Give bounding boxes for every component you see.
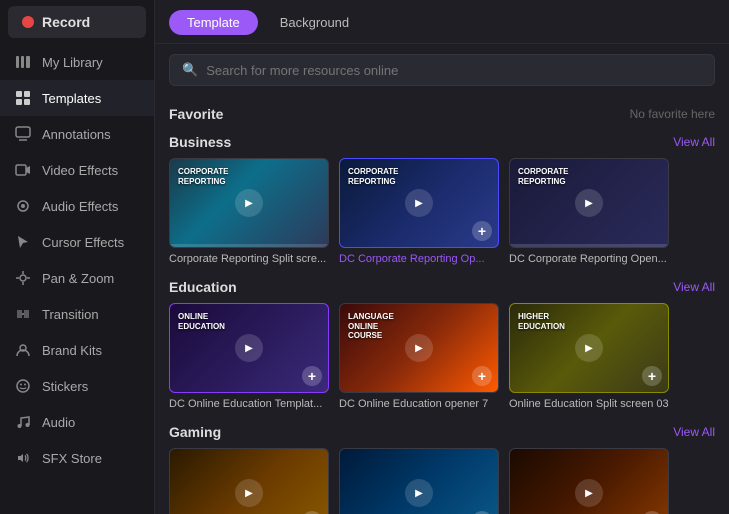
education-view-all[interactable]: View All (673, 280, 715, 294)
search-icon: 🔍 (182, 62, 198, 78)
template-card[interactable]: CorporateReporting ▶ Corporate Reporting… (169, 158, 329, 265)
education-section-header: Education View All (169, 279, 715, 295)
template-card[interactable]: HigherEducation ▶ + Online Education Spl… (509, 303, 669, 410)
record-button[interactable]: Record (8, 6, 146, 38)
add-icon: + (302, 366, 322, 386)
tab-background[interactable]: Background (262, 10, 367, 35)
business-view-all[interactable]: View All (673, 135, 715, 149)
sidebar-item-brand-kits[interactable]: Brand Kits (0, 332, 154, 368)
template-card[interactable]: ▶ + (169, 448, 329, 514)
template-thumbnail: CorporateReporting ▶ (169, 158, 329, 248)
play-icon: ▶ (575, 334, 603, 362)
template-card[interactable]: CorporateReporting ▶ DC Corporate Report… (509, 158, 669, 265)
pan-zoom-icon (14, 269, 32, 287)
tab-template[interactable]: Template (169, 10, 258, 35)
education-grid: OnlineEducation ▶ + DC Online Education … (169, 303, 715, 410)
tab-bar: Template Background (155, 0, 729, 44)
brand-icon (14, 341, 32, 359)
stickers-icon (14, 377, 32, 395)
audio-effects-icon (14, 197, 32, 215)
sidebar-item-transition[interactable]: Transition (0, 296, 154, 332)
transition-icon (14, 305, 32, 323)
template-label: DC Corporate Reporting Op... (339, 253, 499, 265)
sidebar-item-sfx-store[interactable]: SFX Store (0, 440, 154, 476)
template-thumbnail: HigherEducation ▶ + (509, 303, 669, 393)
template-thumbnail: ▶ + (339, 448, 499, 514)
template-card[interactable]: LanguageOnlineCourse ▶ + DC Online Educa… (339, 303, 499, 410)
template-card[interactable]: ▶ + (509, 448, 669, 514)
annotations-icon (14, 125, 32, 143)
library-icon (14, 53, 32, 71)
template-thumbnail: OnlineEducation ▶ + (169, 303, 329, 393)
template-label: Online Education Split screen 03 (509, 398, 669, 410)
sidebar-item-my-library[interactable]: My Library (0, 44, 154, 80)
template-label: DC Online Education opener 7 (339, 398, 499, 410)
template-thumbnail: LanguageOnlineCourse ▶ + (339, 303, 499, 393)
gaming-section-header: Gaming View All (169, 424, 715, 440)
play-icon: ▶ (405, 334, 433, 362)
favorite-section-header: Favorite No favorite here (169, 106, 715, 122)
templates-icon (14, 89, 32, 107)
sidebar-item-cursor-effects[interactable]: Cursor Effects (0, 224, 154, 260)
cursor-icon (14, 233, 32, 251)
play-icon: ▶ (405, 189, 433, 217)
sidebar: Record My Library Templates Annotations … (0, 0, 155, 514)
sidebar-item-audio[interactable]: Audio (0, 404, 154, 440)
music-icon (14, 413, 32, 431)
add-icon: + (642, 366, 662, 386)
template-thumbnail: ▶ + (169, 448, 329, 514)
search-bar: 🔍 (169, 54, 715, 86)
sidebar-item-stickers[interactable]: Stickers (0, 368, 154, 404)
sidebar-item-video-effects[interactable]: Video Effects (0, 152, 154, 188)
template-thumbnail: CorporateReporting ▶ + (339, 158, 499, 248)
sidebar-item-pan-zoom[interactable]: Pan & Zoom (0, 260, 154, 296)
sidebar-item-audio-effects[interactable]: Audio Effects (0, 188, 154, 224)
add-icon: + (472, 366, 492, 386)
gaming-view-all[interactable]: View All (673, 425, 715, 439)
sfx-icon (14, 449, 32, 467)
sidebar-item-annotations[interactable]: Annotations (0, 116, 154, 152)
content-area: Favorite No favorite here Business View … (155, 94, 729, 514)
play-icon: ▶ (575, 479, 603, 507)
play-icon: ▶ (235, 334, 263, 362)
play-icon: ▶ (575, 189, 603, 217)
gaming-title: Gaming (169, 424, 221, 440)
template-label: DC Corporate Reporting Open... (509, 253, 669, 265)
template-card[interactable]: OnlineEducation ▶ + DC Online Education … (169, 303, 329, 410)
template-label: Corporate Reporting Split scre... (169, 253, 329, 265)
play-icon: ▶ (235, 479, 263, 507)
business-section-header: Business View All (169, 134, 715, 150)
business-grid: CorporateReporting ▶ Corporate Reporting… (169, 158, 715, 265)
play-icon: ▶ (235, 189, 263, 217)
video-icon (14, 161, 32, 179)
education-title: Education (169, 279, 237, 295)
template-card[interactable]: CorporateReporting ▶ + DC Corporate Repo… (339, 158, 499, 265)
sidebar-item-templates[interactable]: Templates (0, 80, 154, 116)
gaming-grid: ▶ + ▶ + ▶ + (169, 448, 715, 514)
template-thumbnail: ▶ + (509, 448, 669, 514)
main-content: Template Background 🔍 Favorite No favori… (155, 0, 729, 514)
search-input[interactable] (206, 63, 702, 78)
business-title: Business (169, 134, 231, 150)
favorite-empty-text: No favorite here (630, 107, 715, 121)
template-label: DC Online Education Templat... (169, 398, 329, 410)
template-card[interactable]: ▶ + (339, 448, 499, 514)
template-thumbnail: CorporateReporting ▶ (509, 158, 669, 248)
record-dot-icon (22, 16, 34, 28)
add-icon: + (472, 221, 492, 241)
play-icon: ▶ (405, 479, 433, 507)
favorite-title: Favorite (169, 106, 223, 122)
